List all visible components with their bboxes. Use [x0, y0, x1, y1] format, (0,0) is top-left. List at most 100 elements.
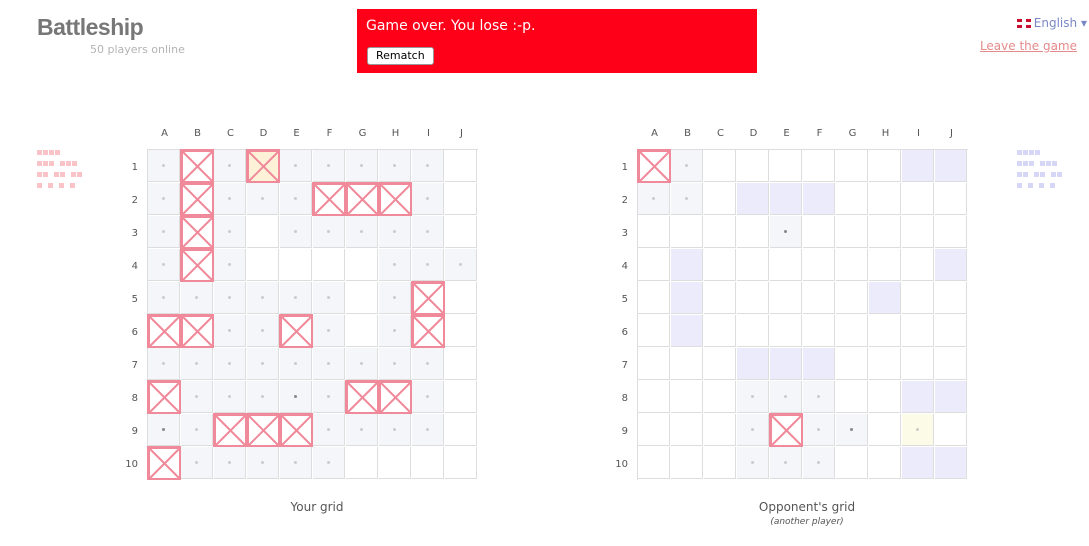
opponent-cell[interactable]: [638, 315, 670, 347]
language-selector[interactable]: English ▾: [1016, 16, 1087, 30]
leave-game-link[interactable]: Leave the game: [980, 39, 1077, 53]
opponent-cell[interactable]: [638, 381, 670, 413]
opponent-cell[interactable]: [770, 381, 802, 413]
opponent-cell[interactable]: [803, 414, 835, 446]
opponent-cell[interactable]: [638, 348, 670, 380]
opponent-cell[interactable]: [836, 348, 868, 380]
opponent-cell[interactable]: [836, 183, 868, 215]
opponent-cell[interactable]: [902, 447, 934, 479]
opponent-cell[interactable]: [902, 216, 934, 248]
opponent-cell[interactable]: [869, 249, 901, 281]
opponent-cell[interactable]: [737, 150, 769, 182]
opponent-cell[interactable]: [869, 183, 901, 215]
opponent-cell[interactable]: [671, 348, 703, 380]
opponent-cell[interactable]: [737, 447, 769, 479]
opponent-cell[interactable]: [737, 414, 769, 446]
opponent-cell[interactable]: [704, 150, 736, 182]
opponent-cell[interactable]: [869, 348, 901, 380]
opponent-cell[interactable]: [902, 282, 934, 314]
opponent-cell[interactable]: [737, 348, 769, 380]
opponent-cell[interactable]: [770, 315, 802, 347]
opponent-cell[interactable]: [836, 216, 868, 248]
opponent-cell[interactable]: [935, 381, 967, 413]
opponent-cell[interactable]: [770, 249, 802, 281]
opponent-cell[interactable]: [935, 282, 967, 314]
opponent-cell[interactable]: [869, 216, 901, 248]
opponent-cell[interactable]: [869, 381, 901, 413]
opponent-cell[interactable]: [704, 216, 736, 248]
opponent-cell[interactable]: [869, 315, 901, 347]
opponent-cell[interactable]: [803, 447, 835, 479]
opponent-cell[interactable]: [869, 150, 901, 182]
opponent-cell[interactable]: [704, 282, 736, 314]
opponent-cell[interactable]: [902, 315, 934, 347]
opponent-cell[interactable]: [737, 183, 769, 215]
opponent-cell[interactable]: [638, 447, 670, 479]
opponent-cell[interactable]: [803, 249, 835, 281]
opponent-cell[interactable]: [935, 447, 967, 479]
opponent-cell[interactable]: [770, 216, 802, 248]
opponent-cell[interactable]: [935, 348, 967, 380]
opponent-cell[interactable]: [902, 414, 934, 446]
opponent-cell[interactable]: [671, 315, 703, 347]
opponent-cell[interactable]: [770, 447, 802, 479]
opponent-cell[interactable]: [704, 414, 736, 446]
opponent-cell[interactable]: [671, 447, 703, 479]
opponent-cell[interactable]: [671, 249, 703, 281]
opponent-cell[interactable]: [803, 150, 835, 182]
opponent-cell[interactable]: [737, 216, 769, 248]
opponent-cell[interactable]: [770, 348, 802, 380]
opponent-cell[interactable]: [704, 447, 736, 479]
opponent-cell[interactable]: [935, 150, 967, 182]
opponent-cell[interactable]: [671, 381, 703, 413]
opponent-cell[interactable]: [803, 282, 835, 314]
opponent-cell[interactable]: [638, 249, 670, 281]
opponent-cell[interactable]: [671, 216, 703, 248]
opponent-cell[interactable]: [737, 282, 769, 314]
opponent-cell[interactable]: [902, 150, 934, 182]
opponent-cell[interactable]: [638, 216, 670, 248]
opponent-cell[interactable]: [935, 216, 967, 248]
opponent-cell[interactable]: [770, 150, 802, 182]
opponent-cell[interactable]: [935, 249, 967, 281]
opponent-cell[interactable]: [836, 381, 868, 413]
opponent-cell[interactable]: [671, 150, 703, 182]
opponent-cell[interactable]: [935, 414, 967, 446]
opponent-cell[interactable]: [770, 282, 802, 314]
opponent-cell[interactable]: [803, 348, 835, 380]
opponent-cell[interactable]: [638, 282, 670, 314]
opponent-cell[interactable]: [869, 447, 901, 479]
opponent-cell[interactable]: [869, 282, 901, 314]
opponent-cell[interactable]: [704, 348, 736, 380]
opponent-cell[interactable]: [737, 381, 769, 413]
opponent-cell[interactable]: [935, 315, 967, 347]
opponent-cell[interactable]: [935, 183, 967, 215]
opponent-cell[interactable]: [704, 249, 736, 281]
opponent-cell[interactable]: [902, 348, 934, 380]
opponent-cell[interactable]: [638, 183, 670, 215]
opponent-cell[interactable]: [902, 381, 934, 413]
opponent-cell[interactable]: [836, 282, 868, 314]
opponent-cell[interactable]: [836, 447, 868, 479]
opponent-cell[interactable]: [803, 183, 835, 215]
opponent-cell[interactable]: [803, 315, 835, 347]
opponent-cell[interactable]: [671, 414, 703, 446]
opponent-cell[interactable]: [836, 315, 868, 347]
opponent-cell[interactable]: [704, 315, 736, 347]
opponent-cell[interactable]: [638, 414, 670, 446]
opponent-cell[interactable]: [803, 381, 835, 413]
opponent-cell[interactable]: [803, 216, 835, 248]
rematch-button[interactable]: Rematch: [367, 47, 434, 65]
opponent-cell[interactable]: [902, 249, 934, 281]
opponent-cell[interactable]: [770, 183, 802, 215]
opponent-cell[interactable]: [671, 282, 703, 314]
opponent-cell[interactable]: [737, 249, 769, 281]
opponent-cell[interactable]: [869, 414, 901, 446]
opponent-cell[interactable]: [704, 183, 736, 215]
opponent-cell[interactable]: [704, 381, 736, 413]
opponent-cell[interactable]: [836, 249, 868, 281]
opponent-cell[interactable]: [737, 315, 769, 347]
opponent-cell[interactable]: [902, 183, 934, 215]
opponent-cell[interactable]: [671, 183, 703, 215]
opponent-cell[interactable]: [836, 150, 868, 182]
